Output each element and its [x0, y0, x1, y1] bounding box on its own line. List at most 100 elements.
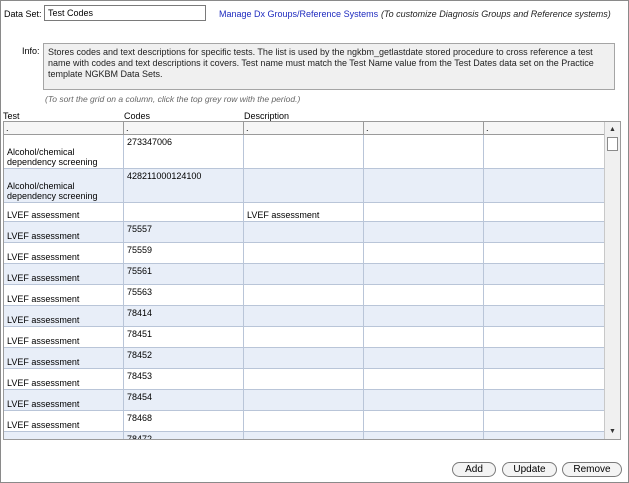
table-row[interactable]: LVEF assessment 78468 — [4, 411, 605, 432]
cell-empty[interactable] — [364, 369, 484, 389]
sort-row[interactable]: . . . . . — [4, 122, 605, 135]
add-button[interactable]: Add — [452, 462, 496, 477]
table-row[interactable]: LVEF assessment 75557 — [4, 222, 605, 243]
cell-empty[interactable] — [484, 411, 605, 431]
cell-empty[interactable] — [484, 203, 605, 221]
cell-description[interactable] — [244, 169, 364, 202]
cell-code[interactable]: 273347006 — [124, 135, 244, 168]
table-row[interactable]: LVEF assessment 78414 — [4, 306, 605, 327]
table-row[interactable]: LVEF assessment LVEF assessment — [4, 203, 605, 222]
cell-empty[interactable] — [484, 135, 605, 168]
cell-test[interactable]: LVEF assessment — [4, 264, 124, 284]
cell-empty[interactable] — [364, 135, 484, 168]
manage-dx-groups-link[interactable]: Manage Dx Groups/Reference Systems — [219, 9, 378, 19]
cell-test[interactable]: LVEF assessment — [4, 285, 124, 305]
table-row[interactable]: Alcohol/chemical dependency screening 428… — [4, 169, 605, 203]
sort-cell-test[interactable]: . — [4, 122, 124, 134]
cell-empty[interactable] — [484, 264, 605, 284]
cell-empty[interactable] — [364, 285, 484, 305]
cell-empty[interactable] — [484, 390, 605, 410]
table-row[interactable]: 78472 — [4, 432, 605, 439]
sort-cell-col5[interactable]: . — [484, 122, 605, 134]
cell-empty[interactable] — [364, 169, 484, 202]
cell-empty[interactable] — [364, 348, 484, 368]
cell-code[interactable]: 78453 — [124, 369, 244, 389]
cell-empty[interactable] — [484, 348, 605, 368]
cell-test[interactable]: LVEF assessment — [4, 369, 124, 389]
cell-code[interactable]: 75563 — [124, 285, 244, 305]
table-row[interactable]: Alcohol/chemical dependency screening 273… — [4, 135, 605, 169]
sort-cell-col4[interactable]: . — [364, 122, 484, 134]
cell-code[interactable]: 78454 — [124, 390, 244, 410]
cell-test[interactable]: LVEF assessment — [4, 348, 124, 368]
cell-code[interactable]: 428211000124100 — [124, 169, 244, 202]
cell-empty[interactable] — [484, 369, 605, 389]
cell-empty[interactable] — [364, 432, 484, 439]
cell-code[interactable]: 78452 — [124, 348, 244, 368]
cell-test[interactable]: LVEF assessment — [4, 411, 124, 431]
remove-button[interactable]: Remove — [562, 462, 622, 477]
cell-code[interactable]: 75559 — [124, 243, 244, 263]
cell-test[interactable]: LVEF assessment — [4, 306, 124, 326]
cell-empty[interactable] — [484, 432, 605, 439]
cell-empty[interactable] — [364, 264, 484, 284]
cell-description[interactable] — [244, 348, 364, 368]
cell-description[interactable] — [244, 264, 364, 284]
table-row[interactable]: LVEF assessment 78453 — [4, 369, 605, 390]
scroll-thumb[interactable] — [607, 137, 618, 151]
cell-description[interactable] — [244, 369, 364, 389]
cell-code[interactable]: 75557 — [124, 222, 244, 242]
cell-test[interactable]: LVEF assessment — [4, 222, 124, 242]
cell-test[interactable] — [4, 432, 124, 439]
cell-empty[interactable] — [484, 169, 605, 202]
cell-test[interactable]: Alcohol/chemical dependency screening — [4, 135, 124, 168]
sort-cell-description[interactable]: . — [244, 122, 364, 134]
table-row[interactable]: LVEF assessment 75563 — [4, 285, 605, 306]
cell-test[interactable]: LVEF assessment — [4, 327, 124, 347]
cell-code[interactable]: 78414 — [124, 306, 244, 326]
cell-empty[interactable] — [484, 222, 605, 242]
cell-empty[interactable] — [364, 306, 484, 326]
cell-empty[interactable] — [484, 327, 605, 347]
cell-code[interactable]: 78472 — [124, 432, 244, 439]
cell-description[interactable] — [244, 135, 364, 168]
cell-description[interactable] — [244, 432, 364, 439]
table-row[interactable]: LVEF assessment 78454 — [4, 390, 605, 411]
cell-test[interactable]: LVEF assessment — [4, 243, 124, 263]
cell-empty[interactable] — [364, 390, 484, 410]
cell-description[interactable] — [244, 306, 364, 326]
cell-description[interactable] — [244, 327, 364, 347]
cell-code[interactable]: 78468 — [124, 411, 244, 431]
scroll-down-arrow-icon[interactable]: ▼ — [605, 425, 620, 438]
table-row[interactable]: LVEF assessment 75561 — [4, 264, 605, 285]
codes-grid[interactable]: . . . . . Alcohol/chemical dependency sc… — [3, 121, 621, 440]
scroll-up-arrow-icon[interactable]: ▲ — [605, 123, 620, 136]
cell-test[interactable]: LVEF assessment — [4, 203, 124, 221]
dataset-input[interactable] — [44, 5, 206, 21]
cell-test[interactable]: Alcohol/chemical dependency screening — [4, 169, 124, 202]
cell-empty[interactable] — [484, 285, 605, 305]
cell-empty[interactable] — [364, 222, 484, 242]
cell-code[interactable]: 78451 — [124, 327, 244, 347]
cell-empty[interactable] — [364, 327, 484, 347]
cell-description[interactable] — [244, 390, 364, 410]
cell-description[interactable] — [244, 285, 364, 305]
cell-code[interactable]: 75561 — [124, 264, 244, 284]
cell-code[interactable] — [124, 203, 244, 221]
table-row[interactable]: LVEF assessment 75559 — [4, 243, 605, 264]
cell-empty[interactable] — [484, 243, 605, 263]
cell-test[interactable]: LVEF assessment — [4, 390, 124, 410]
vertical-scrollbar[interactable]: ▲ ▼ — [604, 122, 620, 439]
table-row[interactable]: LVEF assessment 78452 — [4, 348, 605, 369]
cell-description[interactable]: LVEF assessment — [244, 203, 364, 221]
cell-empty[interactable] — [364, 203, 484, 221]
cell-empty[interactable] — [364, 411, 484, 431]
cell-description[interactable] — [244, 222, 364, 242]
sort-cell-codes[interactable]: . — [124, 122, 244, 134]
cell-description[interactable] — [244, 243, 364, 263]
table-row[interactable]: LVEF assessment 78451 — [4, 327, 605, 348]
update-button[interactable]: Update — [502, 462, 557, 477]
cell-description[interactable] — [244, 411, 364, 431]
cell-empty[interactable] — [364, 243, 484, 263]
cell-empty[interactable] — [484, 306, 605, 326]
